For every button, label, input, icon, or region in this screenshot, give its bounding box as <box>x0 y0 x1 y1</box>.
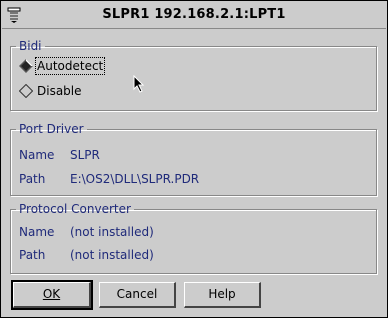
protocol-converter-name-value: (not installed) <box>70 225 154 239</box>
window-title: SLPR1 192.168.2.1:LPT1 <box>102 7 286 22</box>
cancel-button-label: Cancel <box>116 287 158 301</box>
protocol-converter-group: Protocol Converter <box>10 202 377 274</box>
radio-selected-icon <box>19 59 33 73</box>
dialog-window: SLPR1 192.168.2.1:LPT1 Bidi Autodetect D… <box>0 0 388 318</box>
port-driver-name-label: Name <box>19 148 55 162</box>
bidi-group: Bidi <box>10 39 377 111</box>
bidi-legend: Bidi <box>19 39 42 53</box>
mouse-pointer-icon <box>133 75 145 93</box>
protocol-converter-legend: Protocol Converter <box>19 202 131 216</box>
radio-disable[interactable]: Disable <box>19 84 82 98</box>
radio-unselected-icon <box>19 84 33 98</box>
ok-button-label: OK <box>42 287 61 301</box>
port-driver-path-value: E:\OS2\DLL\SLPR.PDR <box>70 172 200 186</box>
autodetect-label: Autodetect <box>34 57 106 75</box>
protocol-converter-name-label: Name <box>19 225 55 239</box>
port-driver-path-label: Path <box>19 172 46 186</box>
title-bar[interactable]: SLPR1 192.168.2.1:LPT1 <box>2 2 386 29</box>
cancel-button[interactable]: Cancel <box>99 282 176 308</box>
port-driver-legend: Port Driver <box>19 122 84 136</box>
help-button-label: Help <box>208 287 236 301</box>
protocol-converter-path-label: Path <box>19 248 46 262</box>
ok-button[interactable]: OK <box>11 280 93 310</box>
port-driver-name-value: SLPR <box>70 148 100 162</box>
protocol-converter-path-value: (not installed) <box>70 248 154 262</box>
radio-autodetect[interactable]: Autodetect <box>19 57 106 75</box>
help-button[interactable]: Help <box>184 282 261 308</box>
disable-label: Disable <box>37 84 82 98</box>
